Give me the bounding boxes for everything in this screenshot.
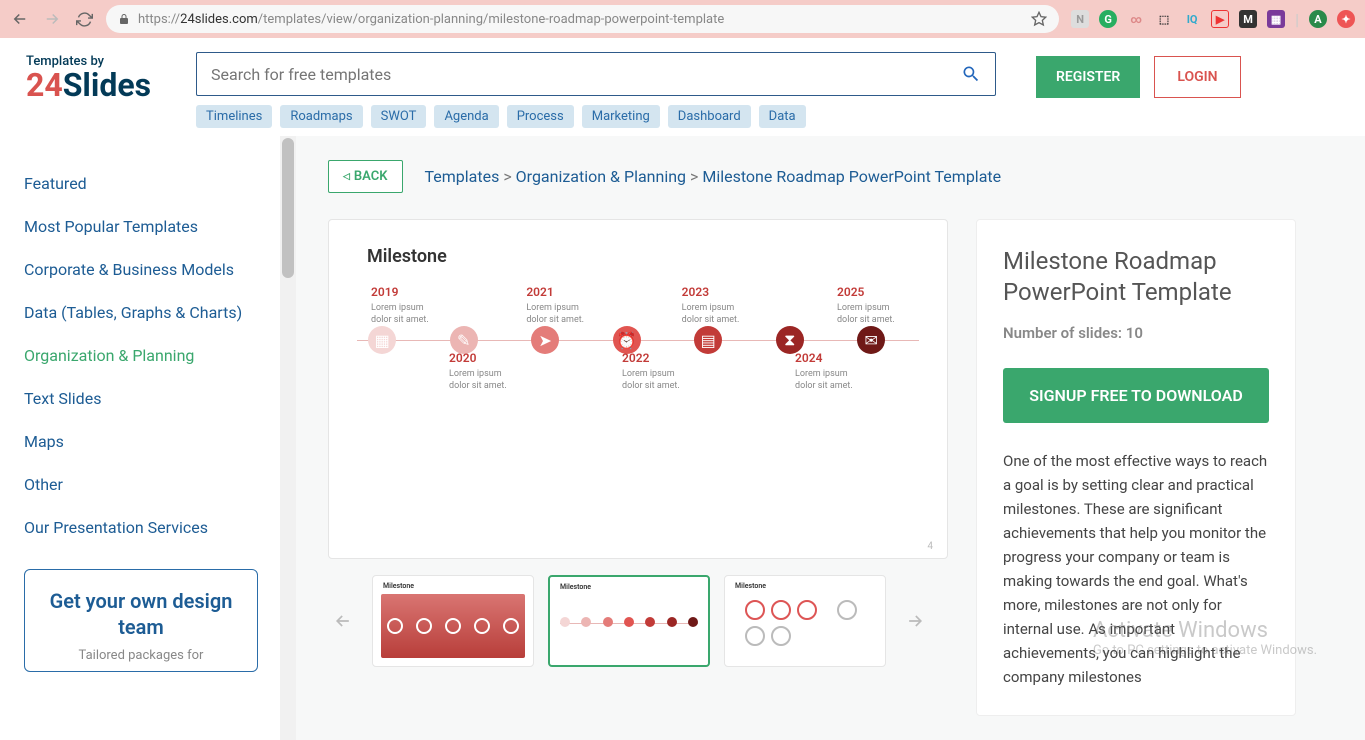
ext-icon[interactable]: ✦ [1337,10,1355,28]
slide-thumbnail[interactable]: Milestone [548,575,710,667]
star-icon[interactable] [1031,11,1047,27]
sidebar-item-corporate[interactable]: Corporate & Business Models [24,248,280,291]
ext-icon[interactable]: N [1071,10,1089,28]
sidebar-item-text[interactable]: Text Slides [24,377,280,420]
lock-icon [118,13,130,25]
sidebar-item-maps[interactable]: Maps [24,420,280,463]
crumb-templates[interactable]: Templates [425,167,500,186]
tag-link[interactable]: SWOT [371,105,427,128]
slide-title: Milestone [367,246,909,267]
sidebar-scrollbar[interactable] [280,136,296,740]
register-button[interactable]: REGISTER [1036,56,1140,98]
download-button[interactable]: SIGNUP FREE TO DOWNLOAD [1003,368,1269,423]
tag-list: Timelines Roadmaps SWOT Agenda Process M… [196,105,996,128]
cta-subtitle: Tailored packages for [35,648,247,663]
search-icon[interactable] [961,64,981,84]
slide-thumbnail[interactable]: Milestone [724,575,886,667]
search-input[interactable] [211,65,961,84]
tag-link[interactable]: Marketing [582,105,660,128]
sidebar-item-popular[interactable]: Most Popular Templates [24,205,280,248]
template-description: One of the most effective ways to reach … [1003,449,1269,689]
cta-box[interactable]: Get your own design team Tailored packag… [24,569,258,672]
extensions-tray: N G ∞ ⬚ IQ ▶ M ▦ | A ✦ [1071,10,1355,29]
tag-link[interactable]: Process [507,105,574,128]
address-bar[interactable]: https://24slides.com/templates/view/orga… [106,5,1059,33]
sidebar-item-organization[interactable]: Organization & Planning [24,334,280,377]
site-header: Templates by 24Slides Timelines Roadmaps… [0,38,1365,136]
search-box[interactable] [196,52,996,96]
sidebar-item-data[interactable]: Data (Tables, Graphs & Charts) [24,291,280,334]
tag-link[interactable]: Dashboard [668,105,751,128]
slide-preview: Milestone 2019Lorem ipsum dolor sit amet… [328,219,948,559]
ext-icon[interactable]: M [1239,10,1257,28]
slide-page-number: 4 [927,541,933,552]
tag-link[interactable]: Data [759,105,806,128]
ext-icon[interactable]: ∞ [1127,10,1145,28]
sidebar-item-featured[interactable]: Featured [24,162,280,205]
forward-nav-icon[interactable] [42,9,62,29]
back-nav-icon[interactable] [10,9,30,29]
template-title: Milestone Roadmap PowerPoint Template [1003,246,1269,308]
login-button[interactable]: LOGIN [1154,56,1240,98]
thumbnail-strip: Milestone Milestone [328,575,948,667]
cta-title: Get your own design team [35,588,247,640]
thumb-prev-icon[interactable] [328,606,358,636]
url-text: https://24slides.com/templates/view/orga… [138,12,1023,27]
slide-thumbnail[interactable]: Milestone [372,575,534,667]
thumb-next-icon[interactable] [900,606,930,636]
back-button[interactable]: ◁BACK [328,160,403,193]
slide-count: Number of slides: 10 [1003,324,1269,342]
tag-link[interactable]: Agenda [434,105,498,128]
info-panel: Milestone Roadmap PowerPoint Template Nu… [976,219,1296,716]
main-content: ◁BACK Templates > Organization & Plannin… [296,136,1365,740]
tag-link[interactable]: Timelines [196,105,272,128]
crumb-category[interactable]: Organization & Planning [516,167,686,186]
sidebar-item-other[interactable]: Other [24,463,280,506]
sidebar-item-services[interactable]: Our Presentation Services [24,506,280,549]
tag-link[interactable]: Roadmaps [280,105,362,128]
ext-icon[interactable]: IQ [1183,10,1201,28]
profile-icon[interactable]: A [1309,10,1327,28]
reload-icon[interactable] [74,9,94,29]
category-sidebar: Featured Most Popular Templates Corporat… [0,136,280,682]
ext-icon[interactable]: ⬚ [1155,10,1173,28]
breadcrumb: Templates > Organization & Planning > Mi… [425,167,1002,186]
timeline-line: ▦ ✎ ➤ ⏰ ▤ ⧗ ✉ [357,340,919,341]
ext-icon[interactable]: ▦ [1267,10,1285,28]
browser-toolbar: https://24slides.com/templates/view/orga… [0,0,1365,38]
ext-icon[interactable]: G [1099,10,1117,28]
crumb-current[interactable]: Milestone Roadmap PowerPoint Template [702,167,1001,186]
logo[interactable]: Templates by 24Slides [26,52,156,101]
ext-icon[interactable]: ▶ [1211,10,1229,28]
